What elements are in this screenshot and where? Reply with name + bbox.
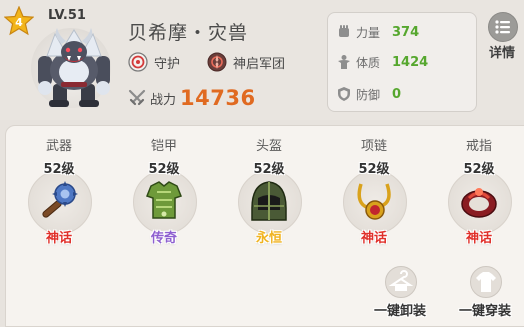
slot-name: 铠甲 [150,139,177,154]
star-rank-icon: 4 [4,6,34,36]
equip-slot-helmet[interactable]: 头盔 52级 永恒 [229,126,309,246]
equip-all-button[interactable]: 一键穿装 [452,266,518,322]
quality-badge: 传奇 [150,231,177,246]
quality-badge: 神话 [360,231,387,246]
crossed-swords-icon [128,89,146,106]
stat-strength-label: 力量 [356,25,381,40]
slot-level: 52级 [253,162,285,177]
hero-info-panel: 4 LV.51 贝希摩・灾兽 守护 神启军团 战力 14736 力量 374 体… [0,0,524,120]
slot-name: 头盔 [255,139,282,154]
unequip-hanger-icon [388,270,414,291]
mace-icon [42,181,78,218]
equip-all-label: 一键穿装 [458,304,511,319]
power-label: 战力 [150,92,177,108]
stat-constitution: 体质 1424 [336,52,428,72]
body-icon [338,55,350,69]
stat-strength-value: 374 [392,24,420,40]
equip-slot-ring[interactable]: 戒指 52级 神话 [439,126,519,246]
trait-faction[interactable]: 神启军团 [207,52,285,72]
hero-level: LV.51 [48,8,86,23]
necklace-icon [357,183,391,220]
equip-slot-necklace[interactable]: 项链 52级 神话 [334,126,414,246]
unequip-all-button[interactable]: 一键卸装 [367,266,433,322]
equip-shirt-icon [476,272,496,292]
fist-icon [339,25,349,37]
attribute-stats-box: 力量 374 体质 1424 防御 0 [327,12,477,112]
star-count: 4 [15,16,23,29]
behemoth-avatar [38,28,110,107]
guard-target-icon [128,52,148,72]
slot-level: 52级 [148,162,180,177]
faction-emblem-icon [207,52,227,72]
slot-level: 52级 [358,162,390,177]
stat-strength: 力量 374 [336,22,419,42]
list-icon [495,20,510,34]
quality-badge: 神话 [465,231,492,246]
trait-role-label: 守护 [154,56,181,72]
stat-defense-label: 防御 [356,87,381,102]
details-circle[interactable] [488,12,518,42]
hero-name: 贝希摩・灾兽 [128,22,249,44]
quality-badge: 神话 [45,231,72,246]
stat-constitution-label: 体质 [356,55,381,70]
slot-level: 52级 [463,162,495,177]
details-button[interactable]: 详情 [484,12,520,61]
quality-badge: 永恒 [255,231,282,246]
unequip-all-label: 一键卸装 [373,304,426,319]
slot-name: 项链 [360,139,387,154]
stat-defense-value: 0 [392,86,402,102]
ring-icon [461,188,497,218]
equip-slot-weapon[interactable]: 武器 52级 神话 [19,126,99,246]
armor-icon [146,181,182,219]
unequip-all-circle[interactable] [385,266,417,298]
equipment-panel: 武器 52级 神话 铠甲 52级 传奇 头盔 52级 永恒 项链 52级 神话 … [5,125,524,327]
combat-power: 战力 14736 [128,86,256,110]
trait-role[interactable]: 守护 [128,52,180,72]
helmet-icon [251,181,287,221]
slot-name: 武器 [45,139,72,154]
equip-slot-armor[interactable]: 铠甲 52级 传奇 [124,126,204,246]
shield-icon [338,87,350,101]
details-label: 详情 [488,46,515,61]
slot-name: 戒指 [465,139,492,154]
stat-constitution-value: 1424 [392,54,429,70]
stat-defense: 防御 0 [336,84,401,104]
trait-faction-label: 神启军团 [233,56,286,72]
slot-level: 52级 [43,162,75,177]
power-value: 14736 [180,86,256,110]
equip-all-circle[interactable] [470,266,502,298]
